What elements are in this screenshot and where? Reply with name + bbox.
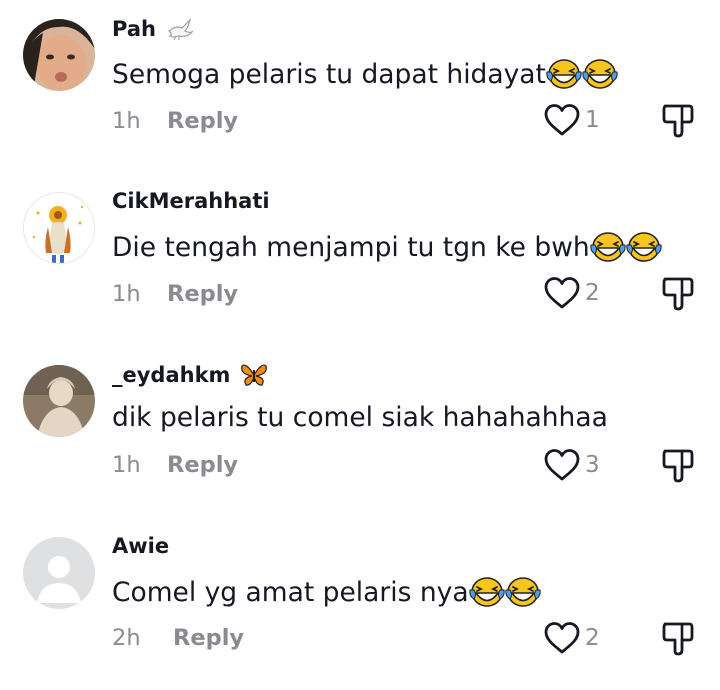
thumbs-down-icon xyxy=(660,102,696,140)
avatar[interactable] xyxy=(23,19,95,91)
thumbs-down-icon xyxy=(660,275,696,313)
thumbs-down-icon xyxy=(660,620,696,658)
like-button[interactable]: 3 xyxy=(543,447,600,483)
comment-timestamp: 1h xyxy=(112,452,141,478)
dislike-button[interactable] xyxy=(660,102,696,140)
avatar[interactable] xyxy=(23,537,95,609)
heart-icon xyxy=(543,275,581,311)
comment-username[interactable]: CikMerahhati xyxy=(112,189,270,213)
like-count: 2 xyxy=(585,625,600,651)
comment-item: CikMerahhati Die tengah menjampi tu tgn … xyxy=(0,173,720,345)
like-button[interactable]: 1 xyxy=(543,102,600,138)
comment-username[interactable]: _eydahkm xyxy=(112,362,268,388)
tears-of-joy-icon xyxy=(582,56,618,92)
comment-timestamp: 2h xyxy=(112,625,141,651)
like-count: 3 xyxy=(585,452,600,478)
comment-item: _eydahkm dik pelaris tu comel siak hahah… xyxy=(0,346,720,518)
like-count: 2 xyxy=(585,280,600,306)
thumbs-down-icon xyxy=(660,447,696,485)
comment-text: Comel yg amat pelaris nya xyxy=(112,574,541,610)
comment-timestamp: 1h xyxy=(112,108,141,134)
dislike-button[interactable] xyxy=(660,275,696,313)
reply-button[interactable]: Reply xyxy=(167,452,238,478)
heart-icon xyxy=(543,102,581,138)
heart-icon xyxy=(543,447,581,483)
butterfly-icon xyxy=(240,362,268,388)
dislike-button[interactable] xyxy=(660,620,696,658)
comment-timestamp: 1h xyxy=(112,281,141,307)
comment-text: Die tengah menjampi tu tgn ke bwh xyxy=(112,229,662,265)
like-count: 1 xyxy=(585,107,600,133)
tears-of-joy-icon xyxy=(590,229,626,265)
tears-of-joy-icon xyxy=(626,229,662,265)
reply-button[interactable]: Reply xyxy=(173,625,244,651)
tears-of-joy-icon xyxy=(546,56,582,92)
like-button[interactable]: 2 xyxy=(543,620,600,656)
comment-username[interactable]: Pah xyxy=(112,16,194,42)
comment-item: Pah Semoga pelaris tu dapat hidayat 1h R… xyxy=(0,0,720,172)
comment-item: Awie Comel yg amat pelaris nya 2h Reply … xyxy=(0,518,720,690)
dislike-button[interactable] xyxy=(660,447,696,485)
heart-icon xyxy=(543,620,581,656)
tears-of-joy-icon xyxy=(469,574,505,610)
comment-text: dik pelaris tu comel siak hahahahhaa xyxy=(112,402,608,433)
reply-button[interactable]: Reply xyxy=(167,108,238,134)
avatar[interactable] xyxy=(23,365,95,437)
avatar[interactable] xyxy=(23,192,95,264)
dove-icon xyxy=(166,16,194,42)
reply-button[interactable]: Reply xyxy=(167,281,238,307)
comment-username[interactable]: Awie xyxy=(112,534,169,558)
like-button[interactable]: 2 xyxy=(543,275,600,311)
tears-of-joy-icon xyxy=(505,574,541,610)
comment-text: Semoga pelaris tu dapat hidayat xyxy=(112,56,618,92)
